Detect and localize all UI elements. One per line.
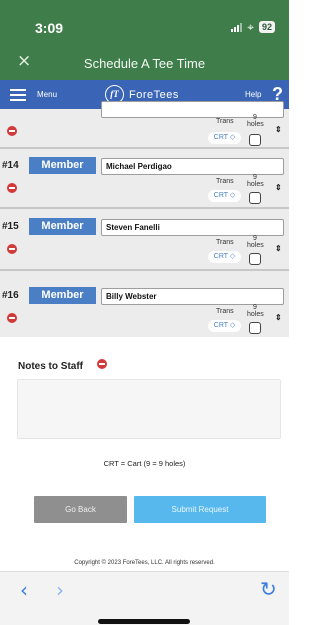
title-bar: 3:09 ⌖ 92 × Schedule A Tee Time: [0, 0, 289, 80]
transport-legend: CRT = Cart (9 = 9 holes): [103, 459, 186, 468]
slot-number: #16: [2, 290, 19, 301]
trans-label: Trans: [216, 239, 234, 246]
player-name-input[interactable]: Steven Fanelli: [101, 219, 284, 236]
menu-icon[interactable]: [10, 89, 26, 101]
browser-forward-icon[interactable]: ›: [56, 578, 64, 602]
sort-arrows-icon[interactable]: ⇕: [275, 245, 282, 253]
remove-player-icon[interactable]: [7, 313, 17, 323]
trans-label: Trans: [216, 308, 234, 315]
trans-label: Trans: [216, 178, 234, 185]
row-divider: [0, 147, 289, 149]
holes-label: 9 holes: [247, 174, 264, 188]
notes-label: Notes to Staff: [18, 361, 83, 372]
transport-select[interactable]: CRT ◇: [208, 190, 241, 202]
browser-toolbar: ‹ › ↻: [0, 571, 289, 625]
holes-label: 9 holes: [247, 304, 264, 318]
submit-request-button[interactable]: Submit Request: [134, 496, 266, 523]
menu-label[interactable]: Menu: [37, 90, 57, 99]
nine-holes-checkbox[interactable]: [249, 322, 261, 334]
holes-label: 9 holes: [247, 114, 264, 128]
wifi-icon: ⌖: [247, 20, 254, 34]
notes-section: [0, 337, 289, 571]
browser-back-icon[interactable]: ‹: [20, 578, 28, 602]
sort-arrows-icon[interactable]: ⇕: [275, 126, 282, 134]
member-type-button[interactable]: Member: [29, 218, 96, 235]
help-label[interactable]: Help: [245, 90, 261, 99]
battery-icon: 92: [258, 21, 275, 33]
holes-label: 9 holes: [247, 235, 264, 249]
player-name-input[interactable]: Billy Webster: [101, 288, 284, 305]
reload-icon[interactable]: ↻: [260, 577, 277, 601]
member-type-button[interactable]: Member: [29, 157, 96, 174]
player-list: Trans 9 holes CRT ◇ ⇕ #14 Member Michael …: [0, 101, 289, 281]
home-indicator: [98, 619, 190, 624]
remove-player-icon[interactable]: [7, 183, 17, 193]
player-name-input[interactable]: Michael Perdigao: [101, 158, 284, 175]
signal-icon: [231, 22, 243, 32]
transport-select[interactable]: CRT ◇: [208, 320, 241, 332]
status-icons: ⌖ 92: [231, 21, 275, 33]
sort-arrows-icon[interactable]: ⇕: [275, 184, 282, 192]
sort-arrows-icon[interactable]: ⇕: [275, 314, 282, 322]
member-type-button[interactable]: Member: [29, 287, 96, 304]
copyright-text: Copyright © 2023 ForeTees, LLC. All righ…: [74, 560, 215, 566]
go-back-button[interactable]: Go Back: [34, 496, 127, 523]
logo-text: ForeTees: [129, 88, 179, 101]
remove-player-icon[interactable]: [7, 126, 17, 136]
nine-holes-checkbox[interactable]: [249, 134, 261, 146]
nine-holes-checkbox[interactable]: [249, 253, 261, 265]
row-divider: [0, 269, 289, 271]
remove-player-icon[interactable]: [7, 244, 17, 254]
slot-number: #15: [2, 221, 19, 232]
notes-remove-icon[interactable]: [97, 359, 107, 369]
transport-select[interactable]: CRT ◇: [208, 132, 241, 144]
page-title: Schedule A Tee Time: [83, 56, 206, 71]
transport-select[interactable]: CRT ◇: [208, 251, 241, 263]
status-time: 3:09: [35, 20, 64, 36]
nine-holes-checkbox[interactable]: [249, 192, 261, 204]
row-divider: [0, 207, 289, 209]
trans-label: Trans: [216, 118, 234, 125]
slot-number: #14: [2, 160, 19, 171]
notes-textarea[interactable]: [17, 379, 281, 439]
